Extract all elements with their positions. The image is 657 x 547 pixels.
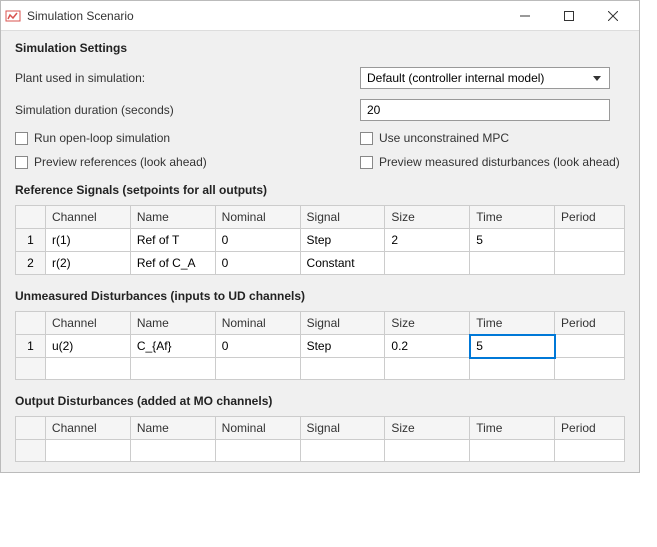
col-nominal: Nominal xyxy=(215,417,300,440)
col-period: Period xyxy=(555,417,625,440)
table-row[interactable]: 2 r(2) Ref of C_A 0 Constant xyxy=(16,252,625,275)
cell-name[interactable]: Ref of C_A xyxy=(130,252,215,275)
titlebar: Simulation Scenario xyxy=(1,1,639,31)
window-title: Simulation Scenario xyxy=(27,9,503,23)
col-time: Time xyxy=(470,206,555,229)
col-time: Time xyxy=(470,312,555,335)
row-number: 2 xyxy=(16,252,46,275)
plant-select-value: Default (controller internal model) xyxy=(367,71,544,85)
col-time: Time xyxy=(470,417,555,440)
duration-label: Simulation duration (seconds) xyxy=(15,103,174,117)
cell-nominal[interactable]: 0 xyxy=(215,252,300,275)
table-header-row: Channel Name Nominal Signal Size Time Pe… xyxy=(16,417,625,440)
unconstrained-label: Use unconstrained MPC xyxy=(379,131,509,145)
table-header-row: Channel Name Nominal Signal Size Time Pe… xyxy=(16,206,625,229)
ref-heading: Reference Signals (setpoints for all out… xyxy=(15,183,625,197)
cell-name[interactable]: Ref of T xyxy=(130,229,215,252)
cell-period[interactable] xyxy=(555,335,625,358)
plant-label: Plant used in simulation: xyxy=(15,71,145,85)
col-signal: Signal xyxy=(300,417,385,440)
col-size: Size xyxy=(385,312,470,335)
cell-channel[interactable]: r(1) xyxy=(45,229,130,252)
maximize-button[interactable] xyxy=(547,1,591,31)
reference-signals-table: Channel Name Nominal Signal Size Time Pe… xyxy=(15,205,625,275)
col-period: Period xyxy=(555,312,625,335)
open-loop-checkbox[interactable] xyxy=(15,132,28,145)
col-size: Size xyxy=(385,206,470,229)
col-period: Period xyxy=(555,206,625,229)
cell-nominal[interactable]: 0 xyxy=(215,335,300,358)
duration-input[interactable] xyxy=(360,99,610,121)
cell-size[interactable]: 0.2 xyxy=(385,335,470,358)
cell-signal[interactable]: Step xyxy=(300,229,385,252)
unconstrained-checkbox[interactable] xyxy=(360,132,373,145)
cell-channel[interactable]: r(2) xyxy=(45,252,130,275)
cell-channel[interactable]: u(2) xyxy=(45,335,130,358)
ud-heading: Unmeasured Disturbances (inputs to UD ch… xyxy=(15,289,625,303)
minimize-button[interactable] xyxy=(503,1,547,31)
col-channel: Channel xyxy=(45,417,130,440)
cell-period[interactable] xyxy=(555,229,625,252)
cell-size[interactable]: 2 xyxy=(385,229,470,252)
col-signal: Signal xyxy=(300,206,385,229)
window-buttons xyxy=(503,1,635,31)
table-header-row: Channel Name Nominal Signal Size Time Pe… xyxy=(16,312,625,335)
col-name: Name xyxy=(130,417,215,440)
preview-ref-checkbox[interactable] xyxy=(15,156,28,169)
cell-signal[interactable]: Step xyxy=(300,335,385,358)
cell-time[interactable]: 5 xyxy=(470,335,555,358)
col-channel: Channel xyxy=(45,312,130,335)
unmeasured-disturbances-table: Channel Name Nominal Signal Size Time Pe… xyxy=(15,311,625,380)
preview-ref-label: Preview references (look ahead) xyxy=(34,155,207,169)
cell-period[interactable] xyxy=(555,252,625,275)
cell-name[interactable]: C_{Af} xyxy=(130,335,215,358)
cell-size[interactable] xyxy=(385,252,470,275)
table-row[interactable]: 1 u(2) C_{Af} 0 Step 0.2 5 xyxy=(16,335,625,358)
col-channel: Channel xyxy=(45,206,130,229)
od-heading: Output Disturbances (added at MO channel… xyxy=(15,394,625,408)
plant-select[interactable]: Default (controller internal model) xyxy=(360,67,610,89)
cell-time[interactable]: 5 xyxy=(470,229,555,252)
col-name: Name xyxy=(130,312,215,335)
row-number: 1 xyxy=(16,335,46,358)
settings-heading: Simulation Settings xyxy=(15,41,625,55)
table-row[interactable] xyxy=(16,440,625,462)
preview-md-label: Preview measured disturbances (look ahea… xyxy=(379,155,620,169)
col-nominal: Nominal xyxy=(215,206,300,229)
cell-time[interactable] xyxy=(470,252,555,275)
cell-signal[interactable]: Constant xyxy=(300,252,385,275)
col-nominal: Nominal xyxy=(215,312,300,335)
cell-nominal[interactable]: 0 xyxy=(215,229,300,252)
col-name: Name xyxy=(130,206,215,229)
close-button[interactable] xyxy=(591,1,635,31)
table-row[interactable] xyxy=(16,358,625,380)
content-area: Simulation Settings Plant used in simula… xyxy=(1,31,639,472)
row-number: 1 xyxy=(16,229,46,252)
col-signal: Signal xyxy=(300,312,385,335)
output-disturbances-table: Channel Name Nominal Signal Size Time Pe… xyxy=(15,416,625,462)
app-icon xyxy=(5,8,21,24)
simulation-scenario-window: Simulation Scenario Simulation Settings … xyxy=(0,0,640,473)
col-size: Size xyxy=(385,417,470,440)
table-row[interactable]: 1 r(1) Ref of T 0 Step 2 5 xyxy=(16,229,625,252)
open-loop-label: Run open-loop simulation xyxy=(34,131,170,145)
preview-md-checkbox[interactable] xyxy=(360,156,373,169)
